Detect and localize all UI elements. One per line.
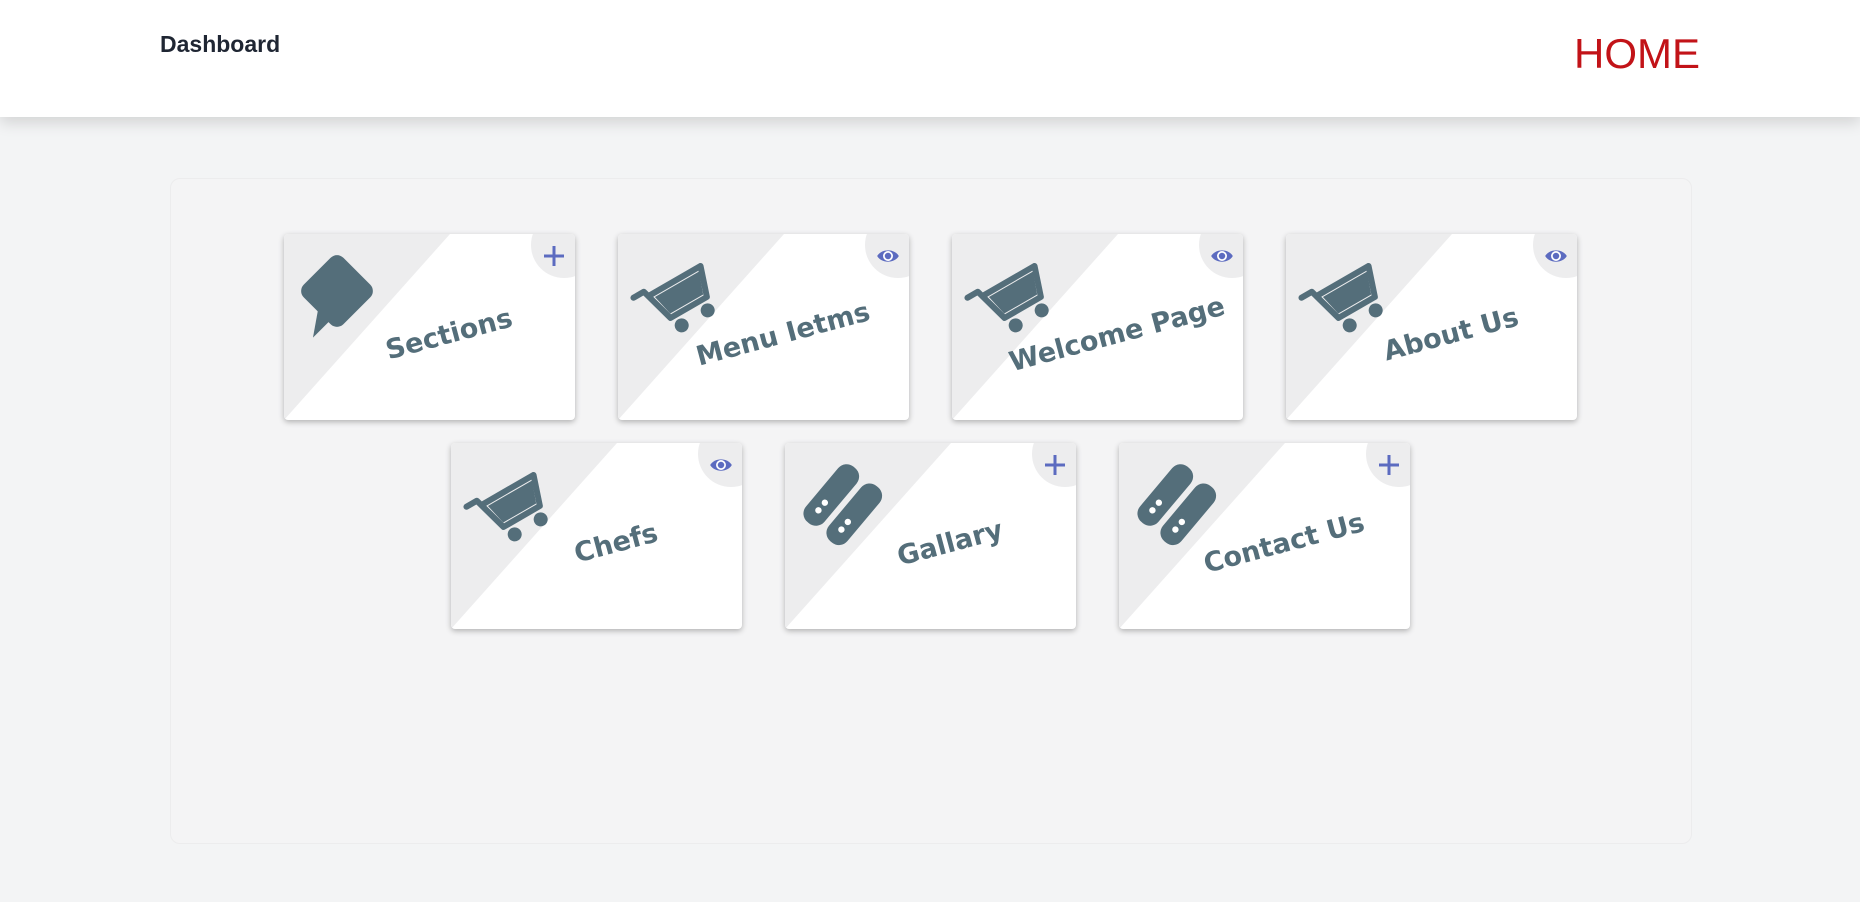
eye-icon[interactable]	[1542, 243, 1570, 269]
top-navbar: Dashboard HOME	[0, 0, 1860, 117]
card-menu-items[interactable]: Menu Ietms	[618, 234, 909, 420]
card-sections[interactable]: Sections	[284, 234, 575, 420]
home-link[interactable]: HOME	[1574, 30, 1700, 78]
card-chefs[interactable]: Chefs	[451, 443, 742, 629]
dashboard-panel: Sections Menu Ietms Welcome Page About U…	[170, 178, 1692, 844]
eye-icon[interactable]	[1208, 243, 1236, 269]
add-icon[interactable]	[1041, 452, 1069, 478]
card-welcome-page[interactable]: Welcome Page	[952, 234, 1243, 420]
dashboard-brand[interactable]: Dashboard	[160, 31, 280, 58]
eye-icon[interactable]	[707, 452, 735, 478]
card-about-us[interactable]: About Us	[1286, 234, 1577, 420]
card-contact-us[interactable]: Contact Us	[1119, 443, 1410, 629]
card-gallery[interactable]: Gallary	[785, 443, 1076, 629]
eye-icon[interactable]	[874, 243, 902, 269]
add-icon[interactable]	[1375, 452, 1403, 478]
add-icon[interactable]	[540, 243, 568, 269]
